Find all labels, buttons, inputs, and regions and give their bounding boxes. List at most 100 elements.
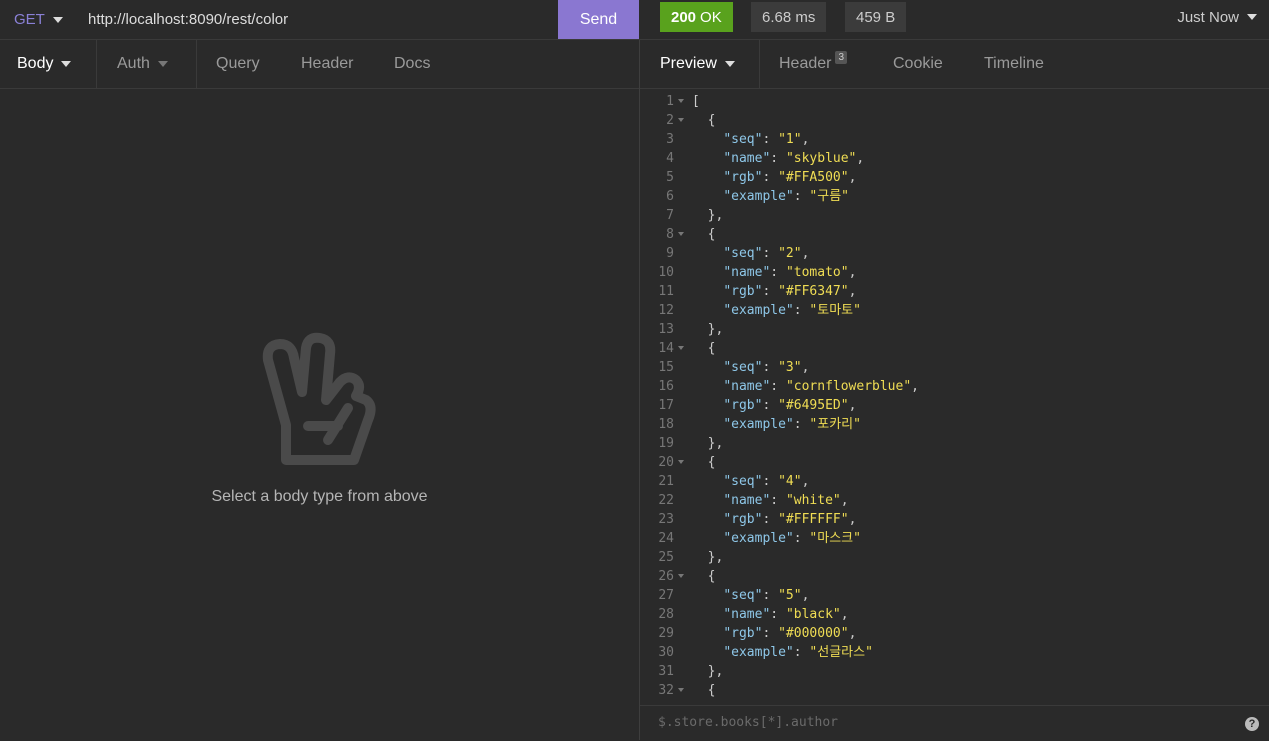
chevron-down-icon <box>157 61 168 67</box>
code-text: { <box>692 569 716 584</box>
fold-toggle-icon[interactable] <box>678 688 684 692</box>
code-text: }, <box>692 322 724 337</box>
response-size: 459 B <box>845 2 907 32</box>
line-number: 31 <box>658 664 674 679</box>
line-number: 17 <box>658 398 674 413</box>
code-text: "rgb": "#FF6347", <box>723 284 857 299</box>
method-dropdown[interactable]: GET <box>14 0 63 39</box>
code-line: 11 "rgb": "#FF6347", <box>640 282 1269 301</box>
json-key: "seq" <box>723 246 763 261</box>
request-bar: GET Send 200 OK 6.68 ms 459 B Just Now <box>0 0 1269 40</box>
code-text: "name": "tomato", <box>723 265 857 280</box>
tab-docs[interactable]: Docs <box>394 40 430 88</box>
jsonpath-filter-input[interactable] <box>658 715 1178 730</box>
code-text: "seq": "2", <box>723 246 810 261</box>
tab-query[interactable]: Query <box>216 40 260 88</box>
code-line: 2 { <box>640 111 1269 130</box>
response-preview[interactable]: 1[2 {3 "seq": "1", 4 "name": "skyblue", 5 … <box>640 92 1269 698</box>
code-text: "name": "skyblue", <box>723 151 865 166</box>
line-number: 18 <box>658 417 674 432</box>
json-key: "seq" <box>723 132 763 147</box>
json-key: "rgb" <box>723 626 763 641</box>
tab-body-label: Body <box>17 55 54 72</box>
json-value: "2" <box>778 246 802 261</box>
json-key: "name" <box>723 607 771 622</box>
json-key: "name" <box>723 151 771 166</box>
json-key: "example" <box>723 645 794 660</box>
fold-toggle-icon[interactable] <box>678 118 684 122</box>
status-code: 200 <box>671 8 697 26</box>
line-number: 6 <box>666 189 674 204</box>
status-badge: 200 OK <box>660 2 733 32</box>
line-number: 21 <box>658 474 674 489</box>
code-text: }, <box>692 436 724 451</box>
code-text: }, <box>692 208 724 223</box>
code-line: 28 "name": "black", <box>640 605 1269 624</box>
fold-toggle-icon[interactable] <box>678 460 684 464</box>
json-value: "5" <box>778 588 802 603</box>
tab-preview-label: Preview <box>660 55 717 72</box>
code-text: "example": "포카리" <box>723 417 861 432</box>
tab-response-header[interactable]: Header 3 <box>779 40 848 88</box>
json-value: "4" <box>778 474 802 489</box>
tab-timeline[interactable]: Timeline <box>984 40 1044 88</box>
url-input[interactable] <box>88 0 548 39</box>
line-number: 27 <box>658 588 674 603</box>
code-text: { <box>692 227 716 242</box>
fold-toggle-icon[interactable] <box>678 574 684 578</box>
code-text: { <box>692 683 716 698</box>
code-line: 31 }, <box>640 662 1269 681</box>
empty-state-message: Select a body type from above <box>211 488 428 505</box>
tab-preview[interactable]: Preview <box>660 40 735 88</box>
line-number: 5 <box>666 170 674 185</box>
json-value: "3" <box>778 360 802 375</box>
code-text: "seq": "1", <box>723 132 810 147</box>
method-label: GET <box>14 11 45 28</box>
code-text: "example": "마스크" <box>723 531 861 546</box>
code-line: 8 { <box>640 225 1269 244</box>
code-line: 13 }, <box>640 320 1269 339</box>
send-button[interactable]: Send <box>558 0 639 39</box>
tab-auth[interactable]: Auth <box>117 40 168 88</box>
code-text: "example": "선글라스" <box>723 645 873 660</box>
fold-toggle-icon[interactable] <box>678 232 684 236</box>
history-dropdown[interactable]: Just Now <box>1177 0 1257 34</box>
chevron-down-icon <box>61 61 72 67</box>
code-text: "name": "black", <box>723 607 849 622</box>
tab-body[interactable]: Body <box>17 40 72 88</box>
tab-divider <box>196 40 197 88</box>
code-line: 1[ <box>640 92 1269 111</box>
line-number: 25 <box>658 550 674 565</box>
line-number: 4 <box>666 151 674 166</box>
code-line: 15 "seq": "3", <box>640 358 1269 377</box>
code-line: 21 "seq": "4", <box>640 472 1269 491</box>
code-line: 17 "rgb": "#6495ED", <box>640 396 1269 415</box>
fold-toggle-icon[interactable] <box>678 346 684 350</box>
code-line: 16 "name": "cornflowerblue", <box>640 377 1269 396</box>
json-value: "cornflowerblue" <box>785 379 912 394</box>
fold-toggle-icon[interactable] <box>678 99 684 103</box>
line-number: 16 <box>658 379 674 394</box>
code-line: 32 { <box>640 681 1269 698</box>
code-text: { <box>692 455 716 470</box>
code-text: "example": "토마토" <box>723 303 861 318</box>
code-line: 12 "example": "토마토" <box>640 301 1269 320</box>
code-line: 7 }, <box>640 206 1269 225</box>
code-text: "rgb": "#000000", <box>723 626 857 641</box>
json-value: "tomato" <box>785 265 849 280</box>
code-text: "seq": "3", <box>723 360 810 375</box>
json-value: "구름" <box>809 189 849 204</box>
tab-header[interactable]: Header <box>301 40 353 88</box>
tab-cookie[interactable]: Cookie <box>893 40 943 88</box>
code-line: 6 "example": "구름" <box>640 187 1269 206</box>
line-number: 22 <box>658 493 674 508</box>
chevron-down-icon <box>724 61 735 67</box>
json-key: "example" <box>723 531 794 546</box>
json-key: "example" <box>723 303 794 318</box>
help-icon[interactable]: ? <box>1245 717 1259 731</box>
code-line: 19 }, <box>640 434 1269 453</box>
json-value: "black" <box>785 607 841 622</box>
code-line: 23 "rgb": "#FFFFFF", <box>640 510 1269 529</box>
code-text: "name": "white", <box>723 493 849 508</box>
json-value: "토마토" <box>809 303 861 318</box>
